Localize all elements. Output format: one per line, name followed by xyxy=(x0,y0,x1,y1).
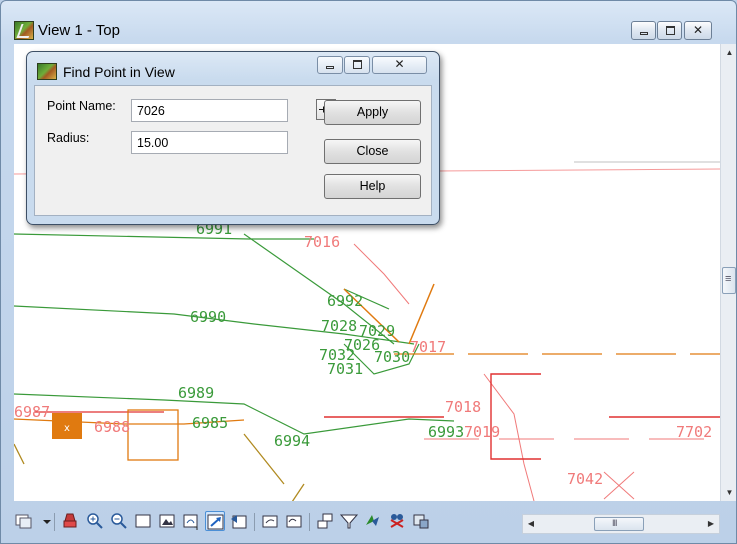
label-6994: 6994 xyxy=(274,432,310,450)
view-attributes-dropdown-icon[interactable] xyxy=(37,511,51,531)
zoom-out-icon[interactable] xyxy=(109,511,129,531)
copy-view-icon[interactable] xyxy=(284,511,304,531)
window-title: View 1 - Top xyxy=(38,22,120,39)
label-7017: 7017 xyxy=(410,338,446,356)
view-control-toolbar xyxy=(14,509,522,539)
app-icon xyxy=(14,21,34,40)
view-window: View 1 - Top ✕ x 6991 6990 6992 7028 702… xyxy=(0,0,737,544)
label-6985: 6985 xyxy=(192,414,228,432)
rotate-view-icon[interactable] xyxy=(181,511,201,531)
scroll-down-icon[interactable]: ▼ xyxy=(721,484,736,501)
label-6988: 6988 xyxy=(94,418,130,436)
green-line-6991 xyxy=(14,233,314,240)
update-view-icon[interactable] xyxy=(61,511,81,531)
point-box-6988 xyxy=(127,409,179,461)
pan-view-icon[interactable] xyxy=(205,511,225,531)
toolbar-separator xyxy=(54,513,55,531)
dialog-maximize-button[interactable] xyxy=(344,56,370,74)
view-toggles-icon[interactable] xyxy=(387,511,407,531)
dialog-body: Point Name: 7026 Apply Radius: 15.00 Clo… xyxy=(34,85,432,216)
point-name-input[interactable]: 7026 xyxy=(131,99,288,122)
vertical-scroll-thumb[interactable] xyxy=(722,267,736,294)
window-area-icon[interactable] xyxy=(133,511,153,531)
orange-line-b xyxy=(408,283,435,345)
point-name-label: Point Name: xyxy=(47,99,116,113)
view-next-icon[interactable] xyxy=(260,511,280,531)
close-icon: ✕ xyxy=(394,57,405,71)
change-view-display-icon[interactable] xyxy=(363,511,383,531)
dialog-minimize-button[interactable] xyxy=(317,56,343,74)
minimize-icon xyxy=(640,32,648,35)
olive-line-d xyxy=(14,443,25,465)
horizontal-scroll-thumb[interactable] xyxy=(594,517,644,531)
maximize-icon xyxy=(666,26,675,35)
camera-icon[interactable] xyxy=(339,511,359,531)
label-6987: 6987 xyxy=(14,403,50,421)
selected-point-mark: x xyxy=(64,423,70,434)
horizontal-scrollbar[interactable]: ◀ ▶ xyxy=(522,514,720,534)
title-bar[interactable]: View 1 - Top ✕ xyxy=(1,1,736,41)
dialog-title: Find Point in View xyxy=(63,64,175,80)
minimize-icon xyxy=(326,66,334,69)
scroll-right-icon[interactable]: ▶ xyxy=(703,516,719,532)
toolbar-separator xyxy=(254,513,255,531)
label-7028: 7028 xyxy=(321,317,357,335)
red-bracket xyxy=(490,373,541,460)
toolbar-separator xyxy=(309,513,310,531)
view-previous-icon[interactable] xyxy=(229,511,249,531)
label-6990: 6990 xyxy=(190,308,226,326)
maximize-icon xyxy=(353,60,362,69)
clip-volume-icon[interactable] xyxy=(315,511,335,531)
dialog-app-icon xyxy=(37,63,57,80)
help-button[interactable]: Help xyxy=(324,174,421,199)
label-6992: 6992 xyxy=(327,292,363,310)
scroll-left-icon[interactable]: ◀ xyxy=(523,516,539,532)
close-icon: ✕ xyxy=(692,23,704,37)
vertical-scrollbar[interactable]: ▲ ▼ xyxy=(720,44,736,501)
radius-label: Radius: xyxy=(47,131,90,145)
fit-view-icon[interactable] xyxy=(157,511,177,531)
label-7042: 7042 xyxy=(567,470,603,488)
minimize-button[interactable] xyxy=(631,21,656,40)
label-6993: 6993 xyxy=(428,423,464,441)
maximize-button[interactable] xyxy=(657,21,682,40)
radius-input[interactable]: 15.00 xyxy=(131,131,288,154)
label-7018: 7018 xyxy=(445,398,481,416)
apply-button[interactable]: Apply xyxy=(324,100,421,125)
zoom-in-icon[interactable] xyxy=(85,511,105,531)
find-point-dialog: Find Point in View ✕ Point Name: 7026 Ap… xyxy=(26,51,440,225)
view-attributes-icon[interactable] xyxy=(14,511,34,531)
label-7030: 7030 xyxy=(374,348,410,366)
label-7031: 7031 xyxy=(327,360,363,378)
olive-line-b xyxy=(291,483,305,501)
close-window-button[interactable]: ✕ xyxy=(684,21,712,40)
label-7019: 7019 xyxy=(464,423,500,441)
label-7016: 7016 xyxy=(304,233,340,251)
scroll-up-icon[interactable]: ▲ xyxy=(721,44,736,61)
view-display-options-icon[interactable] xyxy=(411,511,431,531)
label-7702: 7702 xyxy=(676,423,712,441)
close-button[interactable]: Close xyxy=(324,139,421,164)
dialog-close-button[interactable]: ✕ xyxy=(372,56,427,74)
label-6989: 6989 xyxy=(178,384,214,402)
